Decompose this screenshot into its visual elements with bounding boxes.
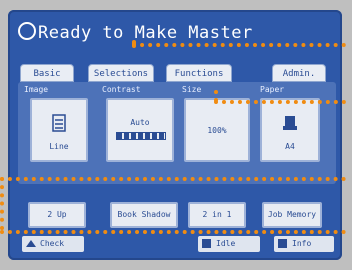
tab-basic[interactable]: Basic [20,64,74,82]
callout-tick-settings [214,90,218,102]
idle-icon [202,239,211,248]
tab-functions[interactable]: Functions [166,64,232,82]
status-text: Ready to Make Master [38,23,253,43]
info-button[interactable]: Info [274,236,334,252]
contrast-level-bar [116,132,166,140]
idle-label: Idle [216,239,236,248]
up-arrow-icon [26,240,36,247]
info-label: Info [292,239,312,248]
two-up-button[interactable]: 2 Up [28,202,86,228]
size-value: 100% [207,126,227,135]
mode-tabs: Basic Selections Functions Admin. [20,64,338,84]
callout-line-status [132,43,346,47]
idle-button[interactable]: Idle [198,236,260,252]
paper-tray-icon [283,116,297,130]
size-button[interactable]: 100% [184,98,250,162]
touch-panel: Ready to Make Master Basic Selections Fu… [8,10,342,260]
image-mode-button[interactable]: Line [30,98,88,162]
check-button[interactable]: Check [22,236,84,252]
callout-line-top-row [0,177,346,181]
callout-line-settings [214,100,346,104]
info-icon [278,239,287,248]
bottom-bar: Check Idle Info [22,236,338,254]
tab-admin[interactable]: Admin. [272,64,326,82]
contrast-label: Contrast [102,85,141,94]
line-image-icon [52,114,66,132]
size-label: Size [182,85,202,94]
check-label: Check [40,239,65,248]
image-mode-value: Line [49,142,69,151]
contrast-value: Auto [130,118,150,127]
image-label: Image [24,85,49,94]
job-memory-button[interactable]: Job Memory [262,202,322,228]
paper-label: Paper [260,85,285,94]
book-shadow-button[interactable]: Book Shadow [110,202,178,228]
tab-selections[interactable]: Selections [88,64,154,82]
paper-value: A4 [285,142,295,151]
contrast-button[interactable]: Auto [106,98,174,162]
callout-line-left [0,177,4,230]
callout-line-bottom-row [0,230,346,234]
two-in-one-button[interactable]: 2 in 1 [188,202,246,228]
callout-tick-status [132,40,136,48]
paper-button[interactable]: A4 [260,98,320,162]
printer-ready-icon [18,22,36,40]
